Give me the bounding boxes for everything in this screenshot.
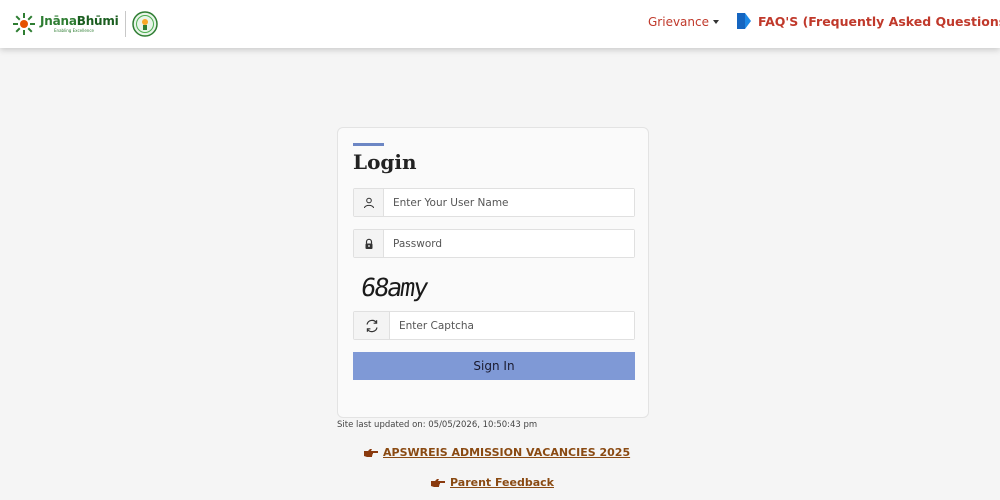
header: JnānaBhūmi Enabling Excellence Grievance… (0, 0, 1000, 48)
site-updated-text: Site last updated on: 05/05/2026, 10:50:… (337, 420, 538, 430)
title-accent-bar (353, 143, 384, 146)
captcha-image: 68amy (359, 273, 429, 302)
captcha-input[interactable] (390, 312, 634, 339)
sign-in-button[interactable]: Sign In (353, 352, 635, 380)
user-icon (354, 189, 384, 216)
logo-text: JnānaBhūmi Enabling Excellence (40, 15, 119, 34)
grievance-label: Grievance (648, 15, 709, 29)
faq-link[interactable]: FAQ'S (Frequently Asked Questions) (736, 12, 1000, 30)
refresh-icon[interactable] (354, 312, 390, 339)
logo-sunburst-icon (13, 13, 35, 35)
pointing-hand-icon (431, 478, 445, 487)
faq-tag-icon (737, 13, 751, 29)
faq-label: FAQ'S (Frequently Asked Questions) (758, 13, 1000, 29)
admission-vacancies-link[interactable]: APSWREIS ADMISSION VACANCIES 2025 (363, 446, 630, 459)
parent-feedback-link[interactable]: Parent Feedback (430, 476, 554, 489)
username-field (353, 188, 635, 217)
parent-feedback-label: Parent Feedback (450, 476, 554, 489)
state-emblem-icon (131, 11, 158, 37)
login-card: Login 68amy (337, 127, 649, 418)
logo-name-part2: Bhūmi (76, 14, 119, 28)
logo-divider (124, 11, 126, 37)
logo-name-part1: Jnāna (40, 14, 77, 28)
caret-down-icon (713, 20, 719, 24)
password-field (353, 229, 635, 258)
login-title: Login (353, 150, 417, 174)
lock-icon (354, 230, 384, 257)
admission-vacancies-label: APSWREIS ADMISSION VACANCIES 2025 (383, 446, 631, 459)
username-input[interactable] (384, 189, 634, 216)
password-input[interactable] (384, 230, 634, 257)
logo-tagline: Enabling Excellence (54, 28, 94, 33)
logo[interactable]: JnānaBhūmi Enabling Excellence (12, 8, 158, 40)
grievance-dropdown[interactable]: Grievance (648, 15, 719, 29)
logo-name: JnānaBhūmi (40, 15, 119, 28)
captcha-field (353, 311, 635, 340)
pointing-hand-icon (364, 448, 378, 457)
